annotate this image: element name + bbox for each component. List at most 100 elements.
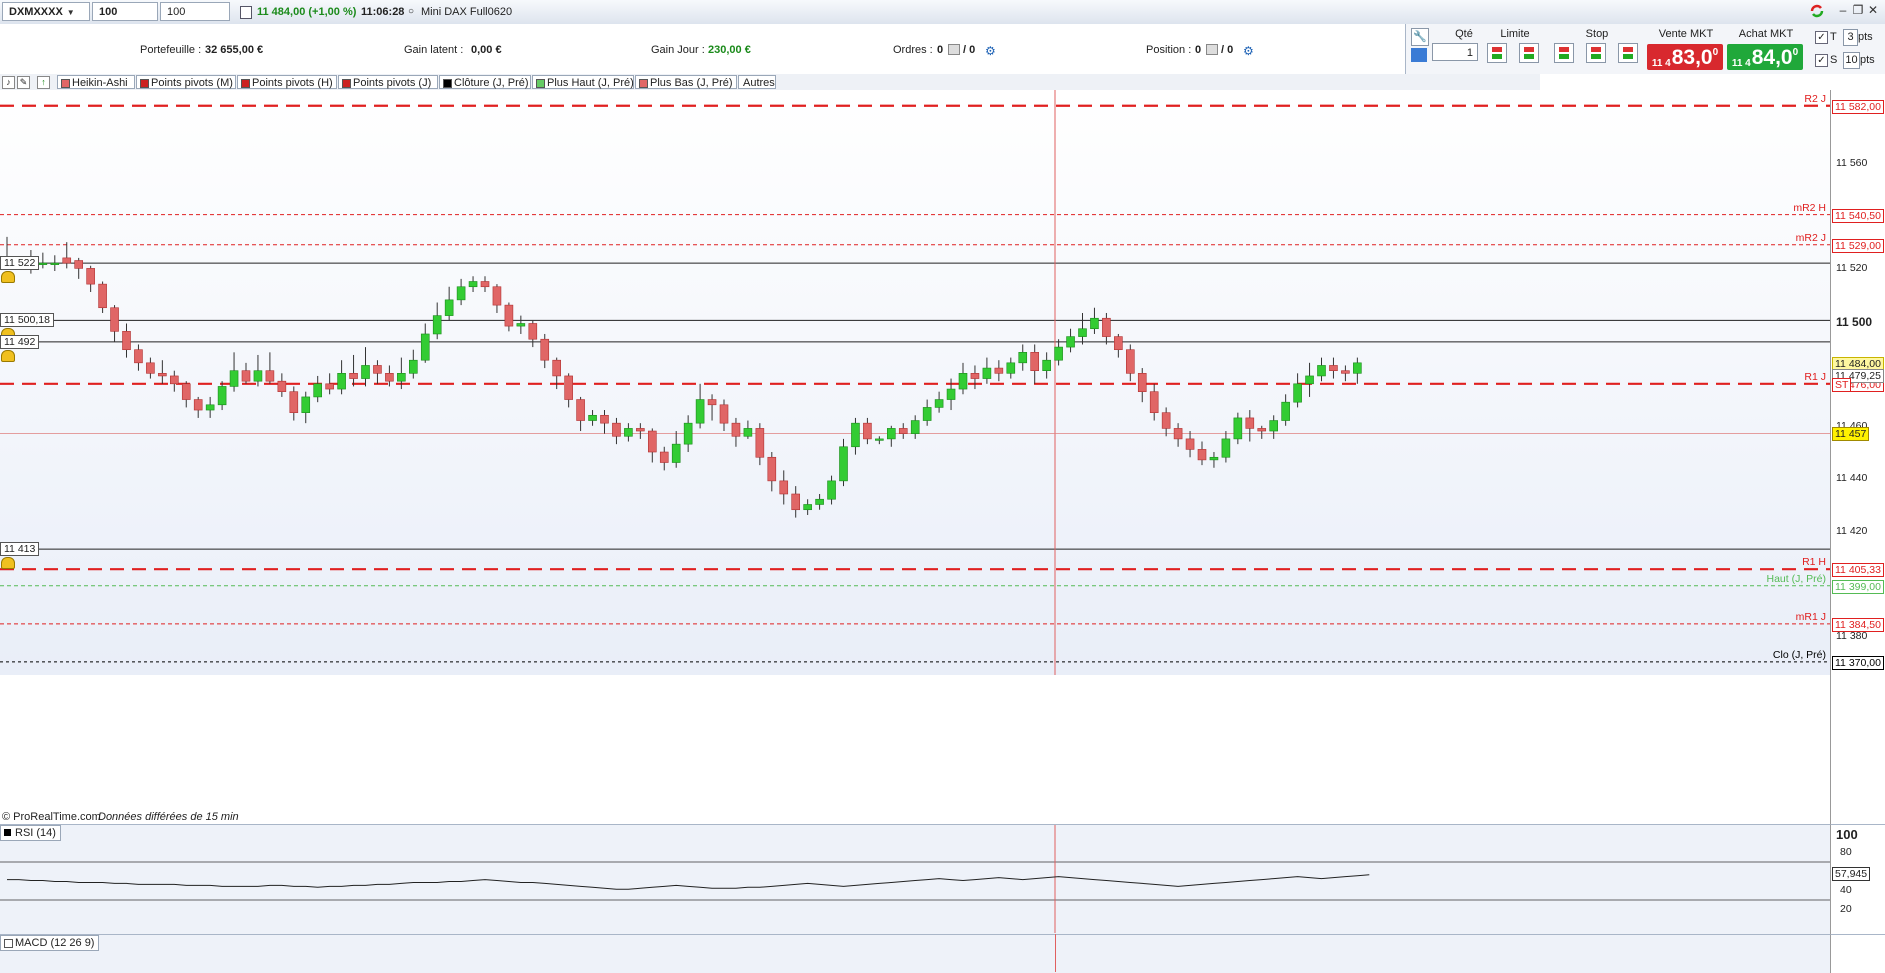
candle-body bbox=[946, 388, 956, 400]
rsi-chart[interactable] bbox=[0, 825, 1830, 933]
alert-value-box[interactable]: 11 522 bbox=[0, 256, 40, 271]
indicator-tag[interactable]: Plus Bas (J, Pré) bbox=[635, 75, 737, 89]
candle-body bbox=[1102, 317, 1111, 337]
candle-body bbox=[755, 428, 765, 458]
candle-body bbox=[982, 367, 992, 379]
level-value-tag: 11 540,50 bbox=[1832, 208, 1884, 223]
bell-icon[interactable]: ♪ bbox=[2, 76, 15, 89]
candle-body bbox=[1293, 383, 1302, 403]
candle-body bbox=[528, 323, 538, 340]
candle-body bbox=[576, 399, 585, 421]
indicator-swatch bbox=[342, 79, 351, 88]
level-label: R1 J bbox=[1804, 370, 1826, 383]
indicator-tag[interactable]: Points pivots (J) bbox=[338, 75, 438, 89]
restore-icon[interactable]: ❐ bbox=[1851, 3, 1865, 17]
wrench-icon[interactable]: 🔧 bbox=[1411, 28, 1429, 46]
alert-value-box[interactable]: 11 413 bbox=[0, 542, 40, 557]
alert-value-box[interactable]: 11 492 bbox=[0, 334, 40, 349]
axis-tick: 11 420 bbox=[1836, 524, 1868, 537]
buy-market-button[interactable]: 11 4 84,0 0 bbox=[1727, 44, 1803, 70]
axis-tick: 11 380 bbox=[1836, 629, 1868, 642]
take-profit-unit: pts bbox=[1858, 31, 1873, 43]
sell-market-button[interactable]: 11 4 83,0 0 bbox=[1647, 44, 1723, 70]
rsi-line bbox=[7, 874, 1370, 890]
candle-body bbox=[1329, 365, 1338, 371]
axis-tick: 11 560 bbox=[1836, 157, 1868, 170]
indicator-label: Heikin-Ashi bbox=[72, 77, 128, 89]
position-label: Position : bbox=[1146, 44, 1192, 56]
orders-settings-icon[interactable]: ⚙ bbox=[985, 44, 996, 58]
candle-body bbox=[1173, 428, 1183, 440]
axis-tick: 11 520 bbox=[1836, 262, 1868, 275]
candle-body bbox=[552, 359, 562, 377]
candle-body bbox=[1257, 428, 1267, 432]
stop-sell-button[interactable] bbox=[1586, 43, 1606, 63]
take-profit-input[interactable]: 3 bbox=[1843, 29, 1858, 46]
refresh-icon[interactable] bbox=[1808, 2, 1826, 20]
candle-body bbox=[1353, 362, 1362, 374]
alert-bell-icon[interactable] bbox=[1, 349, 15, 362]
candle-body bbox=[385, 373, 394, 382]
candle-body bbox=[1317, 365, 1326, 377]
keyboard-icon[interactable] bbox=[1411, 48, 1427, 62]
candle-body bbox=[671, 443, 681, 463]
indicator-label: Points pivots (M) bbox=[151, 77, 233, 89]
candle-body bbox=[98, 283, 107, 309]
take-profit-checkbox[interactable]: ✓ bbox=[1815, 31, 1828, 44]
level-label: Clo (J, Pré) bbox=[1772, 648, 1826, 661]
candle-body bbox=[74, 260, 83, 269]
stop-loss-unit: pts bbox=[1860, 54, 1875, 66]
level-value-tag: 11 529,00 bbox=[1832, 238, 1884, 253]
candle-body bbox=[1149, 391, 1159, 413]
units-select[interactable]: 100 unités▼ bbox=[160, 2, 230, 37]
indicator-tag[interactable]: Points pivots (M) bbox=[136, 75, 236, 89]
limit-sell-button[interactable] bbox=[1519, 43, 1539, 63]
stop-buy-button[interactable] bbox=[1554, 43, 1574, 63]
level-label: Haut (J, Pré) bbox=[1766, 572, 1826, 585]
candle-body bbox=[134, 349, 143, 364]
buy-price-main: 84,0 bbox=[1751, 46, 1793, 69]
orders-list-icon[interactable] bbox=[948, 44, 960, 55]
indicator-tag[interactable]: Autres bbox=[738, 75, 776, 89]
price-chart[interactable] bbox=[0, 90, 1830, 675]
macd-tag[interactable]: MACD (12 26 9) bbox=[0, 935, 100, 951]
interval-select[interactable]: 100 ticks▼ bbox=[92, 2, 158, 37]
candle-body bbox=[1305, 375, 1314, 385]
minimize-icon[interactable]: – bbox=[1836, 3, 1850, 17]
indicator-tag[interactable]: Points pivots (H) bbox=[237, 75, 337, 89]
candle-body bbox=[1197, 449, 1207, 461]
stop-loss-input[interactable]: 10 bbox=[1843, 52, 1860, 69]
candle-body bbox=[1281, 401, 1290, 421]
alert-bell-icon[interactable] bbox=[1, 271, 15, 284]
orders-count: 0 bbox=[937, 44, 944, 56]
stop-loss-checkbox[interactable]: ✓ bbox=[1815, 54, 1828, 67]
limit-buy-button[interactable] bbox=[1487, 43, 1507, 63]
take-profit-label: T bbox=[1830, 31, 1837, 43]
level-value-tag: 11 370,00 bbox=[1832, 655, 1884, 670]
candle-body bbox=[1078, 328, 1087, 337]
qty-input[interactable]: 1 bbox=[1432, 43, 1478, 61]
indicator-tag[interactable]: Heikin-Ashi bbox=[57, 75, 135, 89]
stop-trail-button[interactable] bbox=[1618, 43, 1638, 63]
unrealized-gain-label: Gain latent : bbox=[404, 44, 464, 56]
candle-body bbox=[886, 428, 896, 440]
alert-value-box[interactable]: 11 500,18 bbox=[0, 313, 54, 328]
instrument-select[interactable]: DXMXXXX ▼ bbox=[2, 2, 90, 21]
alert-bell-icon[interactable] bbox=[1, 557, 15, 570]
candle-body bbox=[265, 370, 275, 382]
indicator-tag[interactable]: Plus Haut (J, Pré) bbox=[532, 75, 634, 89]
buy-market-label: Achat MKT bbox=[1738, 28, 1794, 40]
position-list-icon[interactable] bbox=[1206, 44, 1218, 55]
close-icon[interactable]: ✕ bbox=[1866, 3, 1880, 17]
info-icon[interactable] bbox=[240, 6, 252, 19]
candle-body bbox=[504, 304, 514, 327]
level-value-tag: 11 582,00 bbox=[1832, 99, 1884, 114]
indicator-label: Clôture (J, Pré) bbox=[454, 77, 529, 89]
indicator-tag[interactable]: Clôture (J, Pré) bbox=[439, 75, 531, 89]
position-settings-icon[interactable]: ⚙ bbox=[1243, 44, 1254, 58]
last-price: 11 484,00 (+1,00 %) bbox=[257, 6, 357, 18]
pencil-icon[interactable]: ✎ bbox=[17, 76, 30, 89]
candle-body bbox=[50, 262, 60, 265]
arrow-up-icon[interactable]: ↑ bbox=[37, 76, 50, 89]
candle-body bbox=[1030, 352, 1039, 371]
